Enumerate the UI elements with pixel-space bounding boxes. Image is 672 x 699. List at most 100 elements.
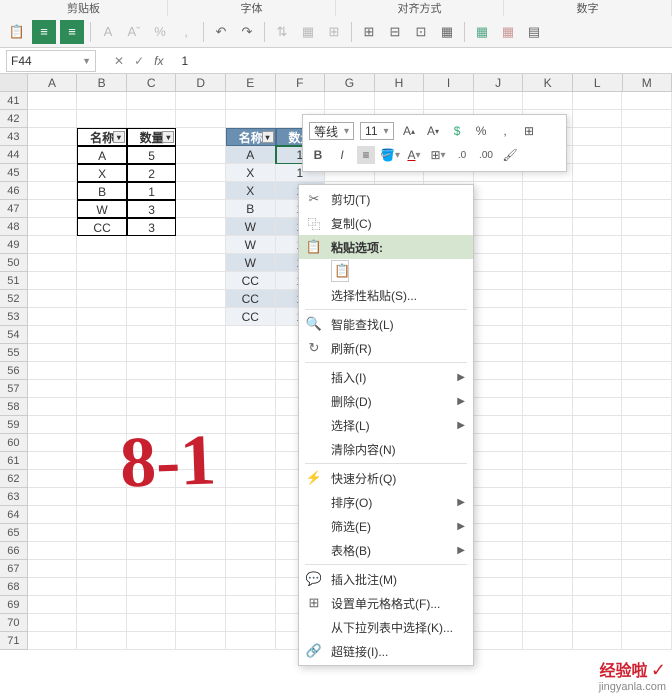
cell[interactable] bbox=[226, 380, 276, 398]
cell[interactable] bbox=[77, 236, 127, 254]
cell[interactable] bbox=[127, 632, 177, 650]
cell[interactable] bbox=[77, 308, 127, 326]
cell[interactable] bbox=[77, 362, 127, 380]
filter-dropdown-icon[interactable]: ▾ bbox=[262, 131, 274, 143]
font-size-up-icon[interactable]: A bbox=[97, 21, 119, 43]
cell[interactable] bbox=[127, 506, 177, 524]
cell[interactable] bbox=[77, 434, 127, 452]
cell[interactable] bbox=[622, 632, 672, 650]
cell[interactable] bbox=[523, 236, 573, 254]
cell[interactable] bbox=[28, 452, 78, 470]
cell[interactable] bbox=[474, 416, 524, 434]
cell[interactable] bbox=[127, 560, 177, 578]
row-header[interactable]: 44 bbox=[0, 146, 28, 164]
cell[interactable] bbox=[77, 614, 127, 632]
cell[interactable] bbox=[28, 218, 78, 236]
col-header[interactable]: F bbox=[276, 74, 326, 91]
cell[interactable] bbox=[622, 506, 672, 524]
cell[interactable] bbox=[127, 470, 177, 488]
cell[interactable] bbox=[622, 416, 672, 434]
cell[interactable] bbox=[176, 632, 226, 650]
cell[interactable] bbox=[474, 344, 524, 362]
filter-dropdown-icon[interactable]: ▾ bbox=[113, 131, 125, 143]
row-header[interactable]: 41 bbox=[0, 92, 28, 110]
menu-item[interactable]: 🔍智能查找(L) bbox=[299, 312, 473, 336]
cell[interactable] bbox=[28, 488, 78, 506]
cell[interactable]: 3 bbox=[127, 218, 177, 236]
cell[interactable] bbox=[176, 290, 226, 308]
cell[interactable] bbox=[573, 182, 623, 200]
sort-icon[interactable]: ⇅ bbox=[271, 21, 293, 43]
cell[interactable] bbox=[573, 596, 623, 614]
select-all-corner[interactable] bbox=[0, 74, 28, 91]
row-header[interactable]: 42 bbox=[0, 110, 28, 128]
cell[interactable] bbox=[77, 452, 127, 470]
row-header[interactable]: 68 bbox=[0, 578, 28, 596]
cell[interactable] bbox=[226, 326, 276, 344]
row-header[interactable]: 65 bbox=[0, 524, 28, 542]
cell[interactable] bbox=[573, 614, 623, 632]
border-icon[interactable]: ⊞▾ bbox=[429, 146, 447, 164]
row-header[interactable]: 46 bbox=[0, 182, 28, 200]
cell[interactable] bbox=[474, 560, 524, 578]
cell[interactable] bbox=[28, 506, 78, 524]
row-header[interactable]: 63 bbox=[0, 488, 28, 506]
cell[interactable] bbox=[474, 506, 524, 524]
cell[interactable] bbox=[28, 110, 78, 128]
fill-icon[interactable]: ▦ bbox=[471, 21, 493, 43]
cell[interactable] bbox=[28, 236, 78, 254]
cell[interactable] bbox=[276, 92, 326, 110]
cell[interactable] bbox=[127, 290, 177, 308]
cell[interactable] bbox=[622, 362, 672, 380]
cell[interactable] bbox=[176, 110, 226, 128]
cell[interactable] bbox=[176, 254, 226, 272]
cell[interactable] bbox=[424, 92, 474, 110]
col-header[interactable]: G bbox=[325, 74, 375, 91]
row-header[interactable]: 54 bbox=[0, 326, 28, 344]
col-header[interactable]: M bbox=[623, 74, 672, 91]
cell[interactable] bbox=[28, 398, 78, 416]
paste-icon[interactable]: 📋 bbox=[6, 21, 28, 43]
cell[interactable] bbox=[226, 596, 276, 614]
cell[interactable] bbox=[523, 614, 573, 632]
size-select[interactable]: 11▾ bbox=[360, 122, 394, 140]
cell[interactable] bbox=[176, 578, 226, 596]
cell[interactable] bbox=[622, 452, 672, 470]
cell[interactable] bbox=[523, 578, 573, 596]
cell[interactable] bbox=[573, 146, 623, 164]
cell[interactable] bbox=[226, 398, 276, 416]
dec-dec-icon[interactable]: .00 bbox=[477, 146, 495, 164]
cell[interactable] bbox=[523, 632, 573, 650]
cell[interactable] bbox=[176, 560, 226, 578]
row-header[interactable]: 43 bbox=[0, 128, 28, 146]
col-header[interactable]: H bbox=[375, 74, 425, 91]
menu-item[interactable]: 选择(L)▶ bbox=[299, 413, 473, 437]
cell[interactable] bbox=[474, 272, 524, 290]
cell[interactable] bbox=[622, 614, 672, 632]
menu-item[interactable]: 删除(D)▶ bbox=[299, 389, 473, 413]
cell[interactable] bbox=[28, 632, 78, 650]
cell[interactable] bbox=[77, 416, 127, 434]
row-header[interactable]: 71 bbox=[0, 632, 28, 650]
cell[interactable] bbox=[77, 272, 127, 290]
cell[interactable] bbox=[573, 218, 623, 236]
row-header[interactable]: 57 bbox=[0, 380, 28, 398]
border2-icon[interactable]: ⊟ bbox=[384, 21, 406, 43]
cell[interactable] bbox=[573, 290, 623, 308]
cell[interactable] bbox=[226, 470, 276, 488]
cell[interactable] bbox=[226, 416, 276, 434]
cell[interactable] bbox=[573, 506, 623, 524]
cell[interactable] bbox=[573, 326, 623, 344]
cell[interactable] bbox=[28, 596, 78, 614]
cell[interactable] bbox=[474, 434, 524, 452]
cell[interactable] bbox=[127, 254, 177, 272]
cell[interactable] bbox=[622, 182, 672, 200]
cell[interactable] bbox=[474, 398, 524, 416]
row-header[interactable]: 56 bbox=[0, 362, 28, 380]
align-icon[interactable]: ≡ bbox=[357, 146, 375, 164]
menu-item[interactable]: 排序(O)▶ bbox=[299, 490, 473, 514]
cell[interactable] bbox=[474, 92, 524, 110]
cell[interactable]: W bbox=[77, 200, 127, 218]
cell[interactable] bbox=[573, 164, 623, 182]
cell[interactable] bbox=[622, 110, 672, 128]
